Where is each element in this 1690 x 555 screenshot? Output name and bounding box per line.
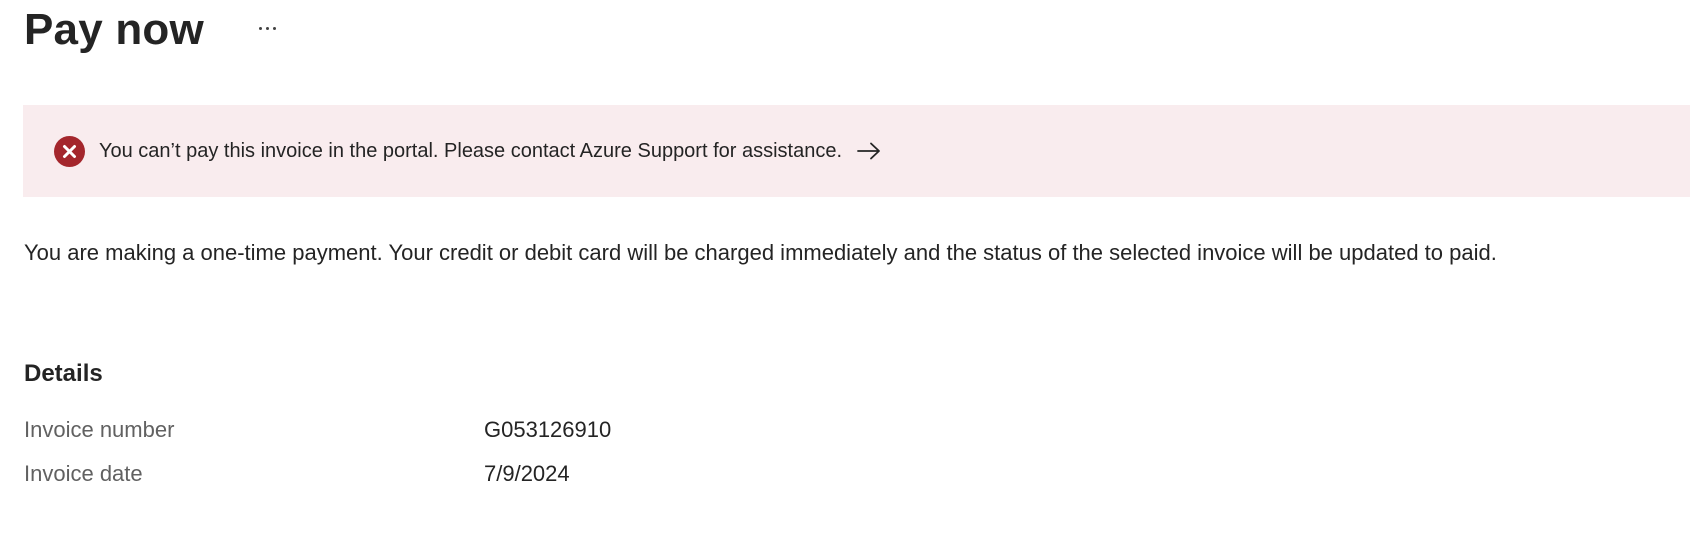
payment-description: You are making a one-time payment. Your … xyxy=(24,240,1497,265)
invoice-date-row: Invoice date 7/9/2024 xyxy=(24,458,570,490)
details-heading: Details xyxy=(24,360,103,387)
invoice-number-row: Invoice number G053126910 xyxy=(24,414,611,446)
arrow-right-icon[interactable] xyxy=(856,139,882,163)
invoice-number-value: G053126910 xyxy=(484,417,612,442)
invoice-date-value: 7/9/2024 xyxy=(484,461,570,486)
invoice-date-label: Invoice date xyxy=(24,461,143,486)
error-circle-icon xyxy=(54,135,85,167)
more-horizontal-icon xyxy=(259,26,277,30)
page-title: Pay now xyxy=(24,5,204,54)
pay-now-page: Pay now You can’t pay this invoice in th… xyxy=(0,0,1690,555)
more-options-button[interactable] xyxy=(250,10,286,46)
invoice-number-label: Invoice number xyxy=(24,417,175,442)
page-header: Pay now xyxy=(24,2,286,58)
error-message-text: You can’t pay this invoice in the portal… xyxy=(99,140,843,162)
error-message-bar: You can’t pay this invoice in the portal… xyxy=(23,105,1690,197)
